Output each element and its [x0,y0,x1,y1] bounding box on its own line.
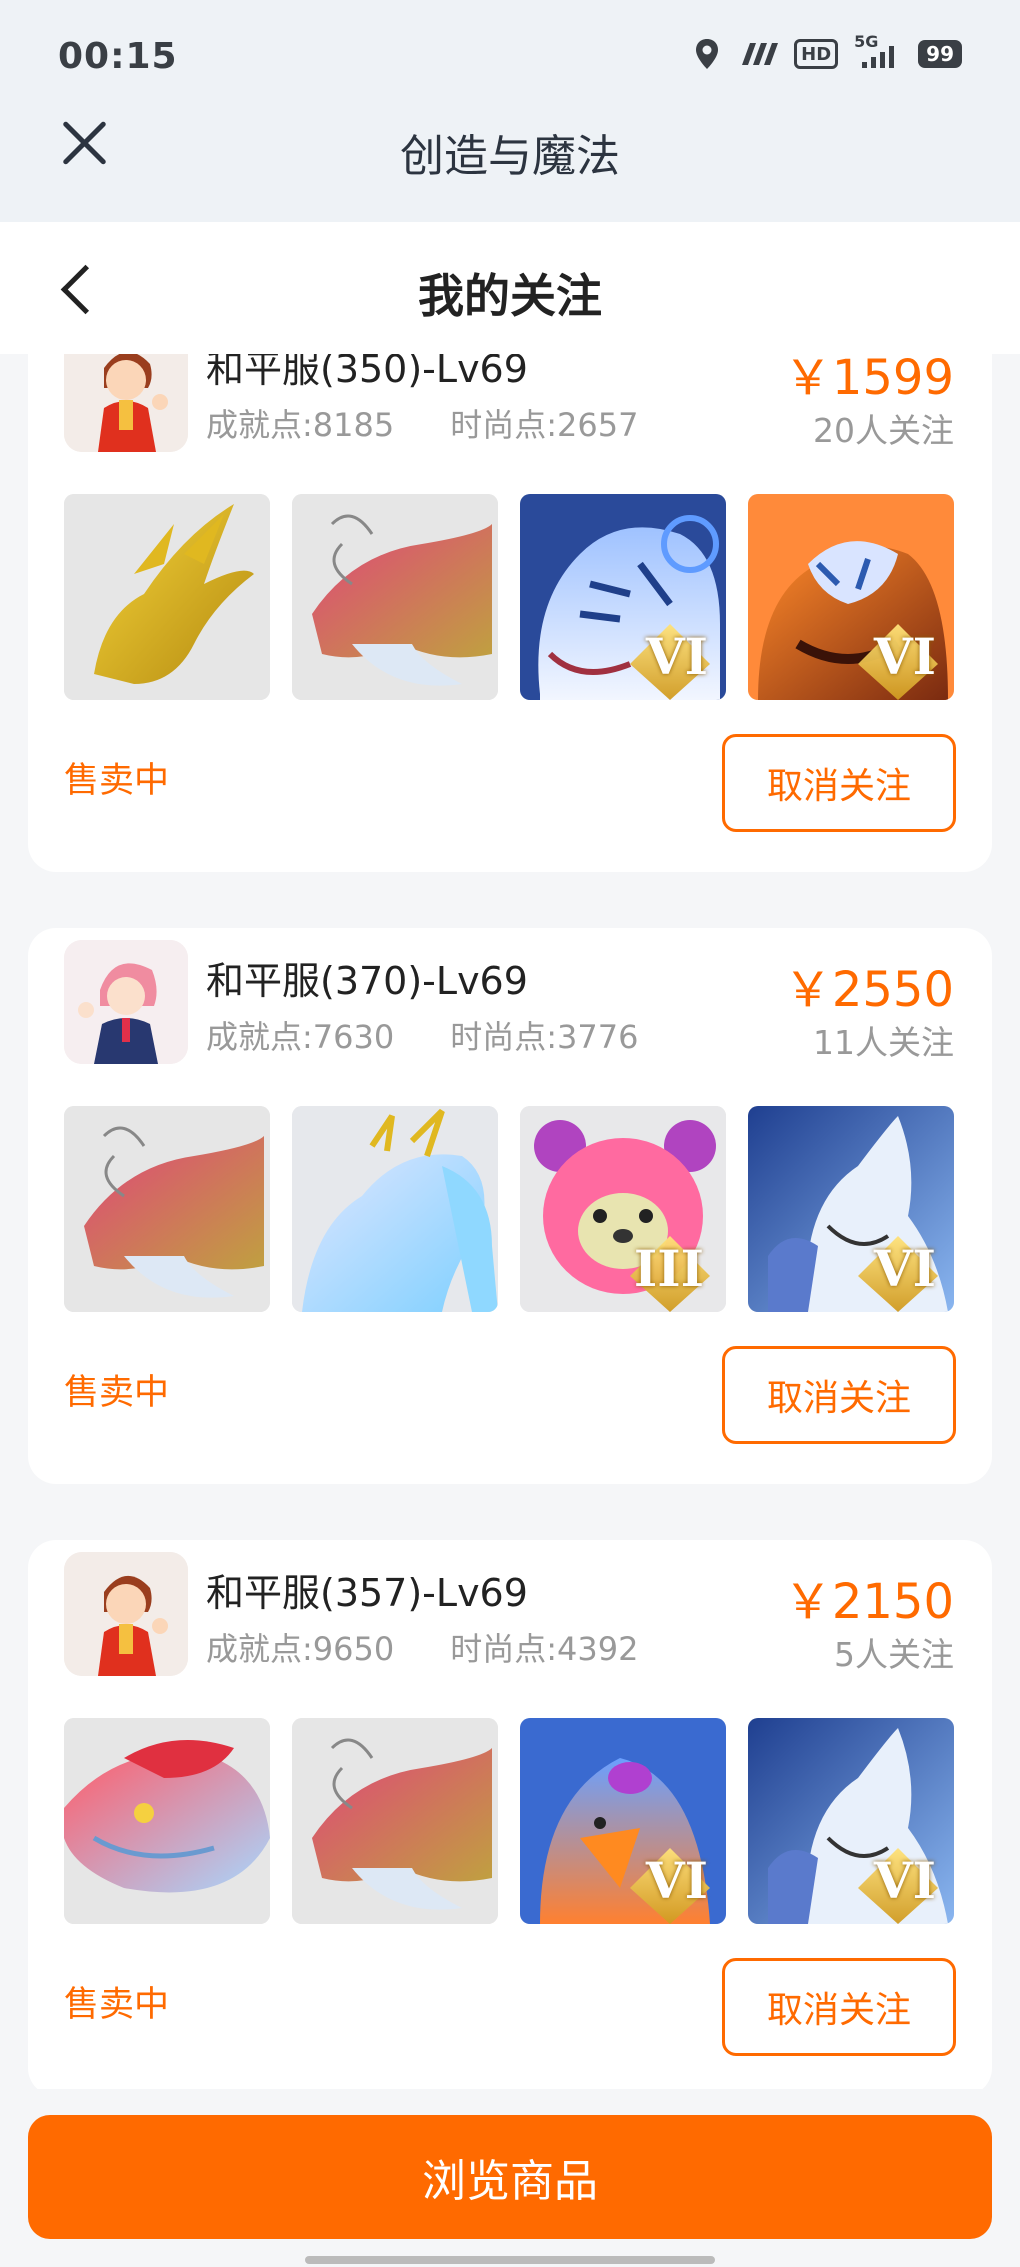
pet-thumbnail[interactable]: III [520,1106,726,1312]
listing-stats: 成就点:7630 时尚点:3776 [206,1012,638,1058]
boy-avatar [64,1552,188,1676]
hd-icon: HD [794,39,839,69]
pet-tier-badge: VI [873,1851,936,1910]
pet-thumbnails: VI VI [64,494,954,700]
achievement-points: 成就点:7630 [206,1018,395,1056]
pet-thumbnail[interactable] [64,1718,270,1924]
status-and-app-bar: 00:15 HD 5G 99 创造与魔法 [0,0,1020,222]
unfollow-button[interactable]: 取消关注 [722,1346,956,1444]
pet-thumbnails: III VI [64,1106,954,1312]
boy-avatar [64,354,188,452]
listing-stats: 成就点:8185 时尚点:2657 [206,400,638,446]
girl-avatar [64,940,188,1064]
follower-count: 20人关注 [813,411,954,450]
browse-products-button[interactable]: 浏览商品 [28,2115,992,2239]
page-title: 我的关注 [418,269,602,323]
sale-status: 售卖中 [64,1985,170,2025]
pet-thumbnail[interactable]: VI [520,1718,726,1924]
pet-tier-badge: VI [873,1239,936,1298]
wifi-icon [736,41,779,67]
page-header: 我的关注 [0,222,1020,354]
pet-thumbnail[interactable]: VI [748,494,954,700]
listing-price: ￥2150 [783,1574,954,1630]
battery-icon: 99 [918,40,962,68]
listing-price: ￥2550 [783,962,954,1018]
listing-title: 和平服(357)-Lv69 [206,1571,528,1615]
pet-thumbnail[interactable]: VI [748,1718,954,1924]
listing-card[interactable]: 和平服(370)-Lv69 成就点:7630 时尚点:3776 ￥2550 11… [28,928,992,1484]
signal-5g-icon: 5G [854,32,902,70]
achievement-points: 成就点:9650 [206,1630,395,1668]
pet-tier-badge: VI [645,1851,708,1910]
pet-thumbnail[interactable]: VI [748,1106,954,1312]
listing-card[interactable]: 和平服(357)-Lv69 成就点:9650 时尚点:4392 ￥2150 5人… [28,1540,992,2089]
pet-thumbnail[interactable] [292,1718,498,1924]
pet-thumbnail[interactable] [292,1106,498,1312]
sale-status: 售卖中 [64,1373,170,1413]
pet-tier-badge: III [633,1239,704,1298]
network-label: 5G [854,32,879,51]
pet-tier-badge: VI [873,627,936,686]
unfollow-button[interactable]: 取消关注 [722,734,956,832]
listing-card[interactable]: 和平服(350)-Lv69 成就点:8185 时尚点:2657 ￥1599 20… [28,354,992,872]
pet-thumbnail[interactable] [64,1106,270,1312]
sale-status: 售卖中 [64,761,170,801]
pet-thumbnail[interactable] [64,494,270,700]
achievement-points: 成就点:8185 [206,406,395,444]
listing-title: 和平服(370)-Lv69 [206,959,528,1003]
status-icons: HD 5G 99 [694,32,962,70]
follower-count: 11人关注 [813,1023,954,1062]
fashion-points: 时尚点:3776 [450,1018,639,1056]
listing-title: 和平服(350)-Lv69 [206,354,528,391]
listing-stats: 成就点:9650 时尚点:4392 [206,1624,638,1670]
pet-thumbnail[interactable]: VI [520,494,726,700]
fashion-points: 时尚点:4392 [450,1630,639,1668]
pet-tier-badge: VI [645,627,708,686]
home-indicator[interactable] [305,2256,715,2264]
fashion-points: 时尚点:2657 [450,406,639,444]
listing-scroll-area[interactable]: 和平服(350)-Lv69 成就点:8185 时尚点:2657 ￥1599 20… [0,354,1020,2089]
follower-count: 5人关注 [834,1635,954,1674]
location-icon [694,38,720,70]
app-title: 创造与魔法 [400,131,620,182]
listing-price: ￥1599 [783,354,954,406]
status-time: 00:15 [58,36,178,77]
pet-thumbnails: VI VI [64,1718,954,1924]
pet-thumbnail[interactable] [292,494,498,700]
unfollow-button[interactable]: 取消关注 [722,1958,956,2056]
